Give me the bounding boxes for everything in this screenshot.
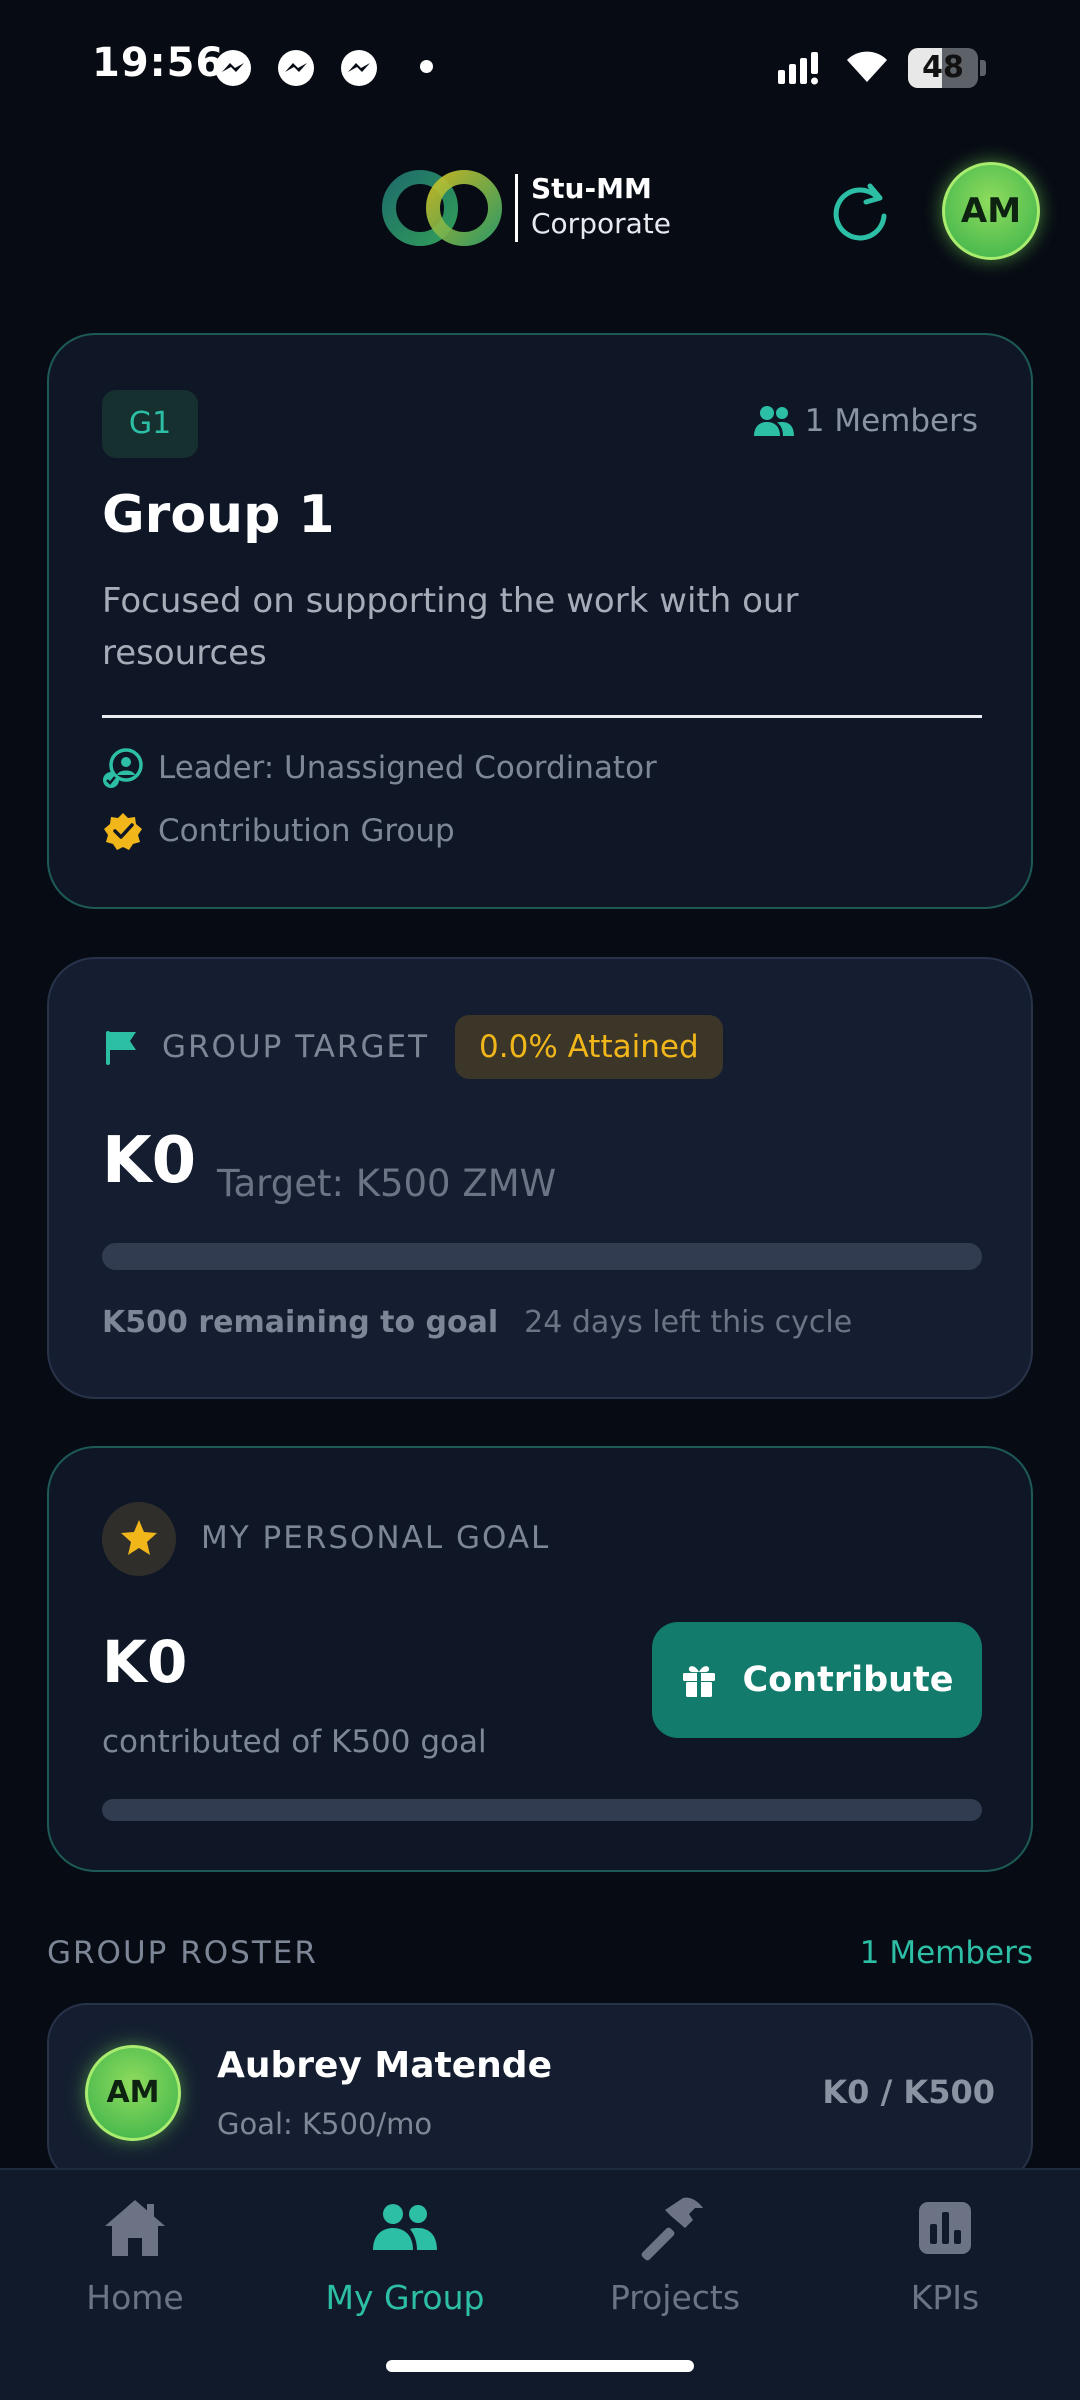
- messenger-icon: [341, 50, 377, 86]
- attained-badge: 0.0% Attained: [455, 1015, 723, 1079]
- leader-icon: [103, 748, 143, 788]
- gift-icon: [683, 1666, 716, 1697]
- verified-badge-icon: [104, 813, 142, 850]
- leader-label: Leader: Unassigned Coordinator: [158, 750, 657, 786]
- days-left-label: 24 days left this cycle: [524, 1305, 853, 1340]
- group-target-header: GROUP TARGET 0.0% Attained: [102, 1015, 723, 1079]
- chart-icon: [919, 2202, 971, 2254]
- group-target-label: GROUP TARGET: [162, 1029, 430, 1065]
- contribute-label: Contribute: [742, 1660, 954, 1700]
- personal-goal-caption: contributed of K500 goal: [102, 1724, 487, 1760]
- group-target-card: GROUP TARGET 0.0% Attained K0 Target: K5…: [47, 957, 1033, 1399]
- group-code-badge: G1: [102, 390, 198, 458]
- notification-dot: [420, 60, 433, 73]
- signal-icon: [778, 52, 818, 85]
- roster-member-count[interactable]: 1 Members: [860, 1935, 1033, 1971]
- brand-name: Stu-MM: [531, 172, 652, 205]
- nav-my-group[interactable]: My Group: [270, 2192, 540, 2342]
- personal-goal-progress: [102, 1799, 982, 1821]
- roster-member-row[interactable]: AM Aubrey Matende Goal: K500/mo K0 / K50…: [47, 2003, 1033, 2183]
- contribute-button[interactable]: Contribute: [652, 1622, 982, 1738]
- hammer-icon: [641, 2197, 703, 2261]
- nav-projects-label: Projects: [609, 2278, 741, 2317]
- group-leader: Leader: Unassigned Coordinator: [102, 747, 657, 789]
- nav-projects[interactable]: Projects: [540, 2192, 810, 2342]
- member-name: Aubrey Matende: [217, 2045, 552, 2086]
- star-icon: [121, 1520, 157, 1555]
- status-time: 19:56: [92, 40, 225, 86]
- star-badge: [102, 1502, 176, 1576]
- member-avatar: AM: [85, 2045, 181, 2141]
- group-target-footer: K500 remaining to goal 24 days left this…: [102, 1305, 852, 1340]
- status-bar: 19:56 48: [0, 0, 1080, 140]
- messenger-icon: [215, 50, 251, 86]
- home-indicator: [386, 2360, 694, 2372]
- group-target-amount: K0: [102, 1124, 197, 1198]
- personal-amount: K0: [102, 1628, 188, 1696]
- group-type: Contribution Group: [102, 810, 455, 852]
- divider: [102, 715, 982, 718]
- member-progress: K0 / K500: [822, 2073, 995, 2111]
- group-target-progress: [102, 1243, 982, 1270]
- battery-level: 48: [922, 50, 964, 85]
- home-icon: [105, 2200, 165, 2256]
- group-title: Group 1: [102, 485, 335, 545]
- group-info-card: G1 1 Members Group 1 Focused on supporti…: [47, 333, 1033, 909]
- messenger-icon: [278, 50, 314, 86]
- nav-my-group-label: My Group: [325, 2278, 485, 2317]
- group-description: Focused on supporting the work with our …: [102, 581, 799, 673]
- members-label: 1 Members: [804, 403, 978, 439]
- group-icon: [373, 2204, 437, 2250]
- nav-home[interactable]: Home: [0, 2192, 270, 2342]
- nav-kpis-label: KPIs: [910, 2278, 980, 2317]
- group-target-goal: Target: K500 ZMW: [217, 1162, 557, 1205]
- nav-kpis[interactable]: KPIs: [810, 2192, 1080, 2342]
- app-header: Stu-MM Corporate AM: [0, 150, 1080, 280]
- wifi-icon: [847, 51, 887, 82]
- user-avatar[interactable]: AM: [942, 162, 1040, 260]
- personal-goal-card: MY PERSONAL GOAL K0 contributed of K500 …: [47, 1446, 1033, 1872]
- battery-icon: 48: [908, 48, 988, 88]
- logo-icon: [382, 170, 502, 246]
- member-goal: Goal: K500/mo: [217, 2107, 433, 2141]
- nav-home-label: Home: [86, 2278, 184, 2317]
- group-type-label: Contribution Group: [158, 813, 455, 849]
- roster-heading: GROUP ROSTER: [47, 1935, 318, 1971]
- flag-icon: [106, 1031, 136, 1065]
- personal-goal-label: MY PERSONAL GOAL: [201, 1520, 551, 1556]
- group-member-count: 1 Members: [753, 401, 978, 441]
- remaining-label: K500 remaining to goal: [102, 1305, 499, 1340]
- refresh-icon[interactable]: [826, 176, 896, 246]
- brand-subtitle: Corporate: [531, 207, 671, 240]
- people-icon: [753, 406, 794, 436]
- logo-divider: [515, 174, 518, 242]
- my-group-screen: 19:56 48 Stu-MM Corporate AM G1 1 Member…: [0, 0, 1080, 2400]
